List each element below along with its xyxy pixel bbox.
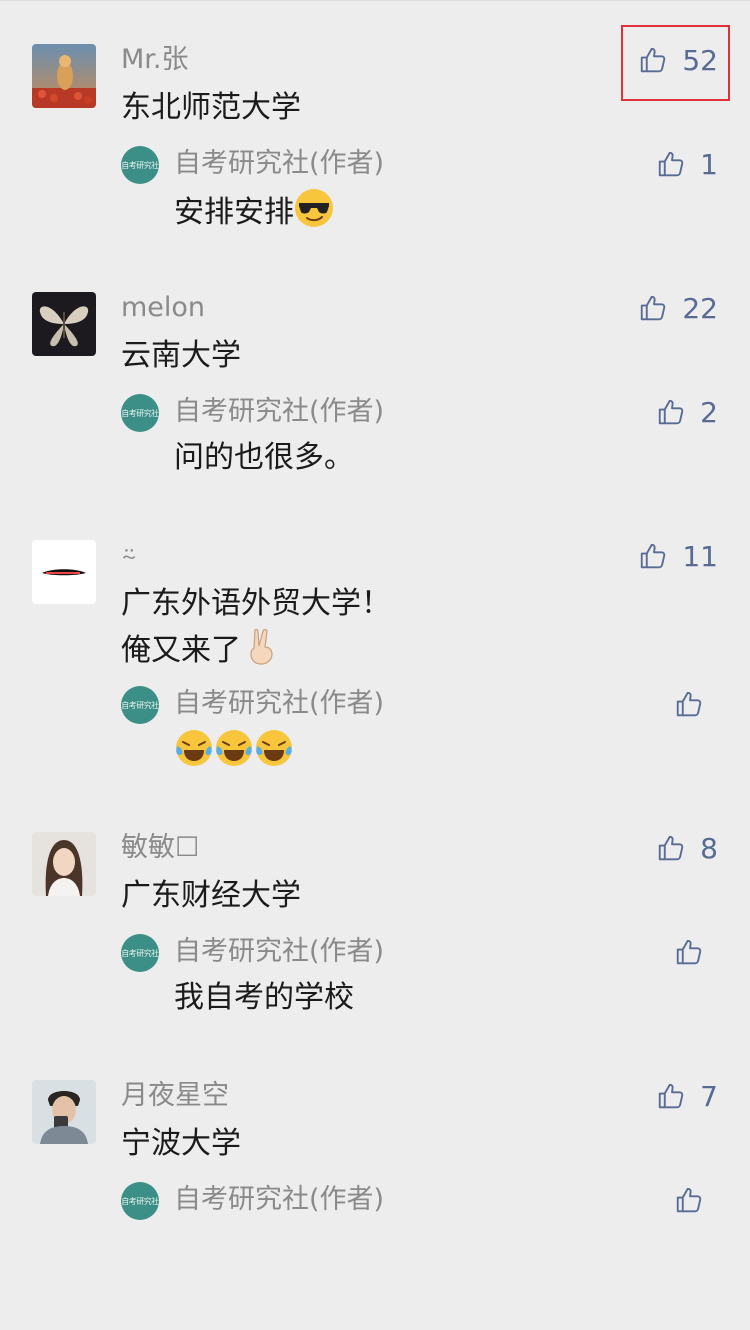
username[interactable]: Mr.张 [121,44,189,76]
reply-author-name[interactable]: 自考研究社(作者) [174,932,384,972]
comment-text: 云南大学 [121,338,241,373]
user-avatar[interactable] [32,540,96,604]
user-avatar[interactable] [32,832,96,896]
thumbs-up-icon [674,689,704,719]
reply-like-button[interactable]: 1 [656,147,718,181]
author-avatar[interactable]: 自考研究社 [121,394,159,432]
comment-text: 广东外语外贸大学！ 俺又来了 [121,582,391,673]
tears-of-joy-emoji-icon [176,730,212,766]
like-count: 2 [700,395,718,429]
like-button[interactable]: 11 [638,539,718,573]
tears-of-joy-emoji-icon [256,730,292,766]
comment-line-2: 俺又来了 [121,633,241,668]
reply-like-button[interactable]: 2 [656,395,718,429]
reply-emojis [174,728,294,775]
like-count: 22 [682,291,718,325]
user-avatar[interactable] [32,44,96,108]
reply-text: 问的也很多。 [174,440,354,475]
reply-author-name[interactable]: 自考研究社(作者) [174,392,384,432]
author-avatar[interactable]: 自考研究社 [121,686,159,724]
username[interactable]: melon [121,292,205,324]
thumbs-up-icon [656,397,686,427]
reply-text-row: 安排安排 [174,188,334,235]
comment-item: ⍨ 广东外语外贸大学！ 俺又来了 11 自考研究社 自考研究社(作者) [0,540,750,790]
username[interactable]: 敏敏☐ [121,832,199,864]
like-button[interactable]: 8 [656,831,718,865]
comment-item: 月夜星空 宁波大学 7 自考研究社 自考研究社(作者) [0,1080,750,1330]
author-avatar[interactable]: 自考研究社 [121,1182,159,1220]
author-avatar[interactable]: 自考研究社 [121,146,159,184]
comment-line-1: 广东外语外贸大学！ [121,586,391,621]
like-count: 8 [700,831,718,865]
thumbs-up-icon [656,149,686,179]
thumbs-up-icon [656,1081,686,1111]
like-button[interactable]: 22 [638,291,718,325]
reply-author-name[interactable]: 自考研究社(作者) [174,684,384,724]
thumbs-up-icon [638,541,668,571]
username[interactable]: 月夜星空 [121,1080,229,1112]
thumbs-up-icon [674,1185,704,1215]
user-avatar[interactable] [32,1080,96,1144]
thumbs-up-icon [638,293,668,323]
thumbs-up-icon [656,833,686,863]
reply-author-name[interactable]: 自考研究社(作者) [174,1180,384,1220]
reply-author-name[interactable]: 自考研究社(作者) [174,144,384,184]
reply-like-button[interactable] [674,688,718,720]
author-avatar[interactable]: 自考研究社 [121,934,159,972]
user-avatar[interactable] [32,292,96,356]
like-count: 7 [700,1079,718,1113]
comment-item: 敏敏☐ 广东财经大学 8 自考研究社 自考研究社(作者) 我自考的学校 [0,832,750,1082]
tears-of-joy-emoji-icon [216,730,252,766]
like-button[interactable]: 7 [656,1079,718,1113]
username[interactable]: ⍨ [121,540,137,572]
like-count: 11 [682,539,718,573]
highlight-box [621,25,730,101]
reply-text: 我自考的学校 [174,980,354,1015]
comment-text: 宁波大学 [121,1126,241,1161]
comment-text: 东北师范大学 [121,90,301,125]
reply-like-button[interactable] [674,936,718,968]
comment-line-2-row: 俺又来了 [121,626,391,673]
thumbs-up-icon [674,937,704,967]
like-count: 1 [700,147,718,181]
victory-hand-emoji-icon [250,628,273,665]
reply-text: 安排安排 [174,195,294,230]
top-divider [0,0,750,1]
comment-text: 广东财经大学 [121,878,301,913]
reply-like-button[interactable] [674,1184,718,1216]
comment-item: melon 云南大学 22 自考研究社 自考研究社(作者) 问的也很多。 2 [0,292,750,542]
sunglasses-emoji-icon [295,189,333,227]
